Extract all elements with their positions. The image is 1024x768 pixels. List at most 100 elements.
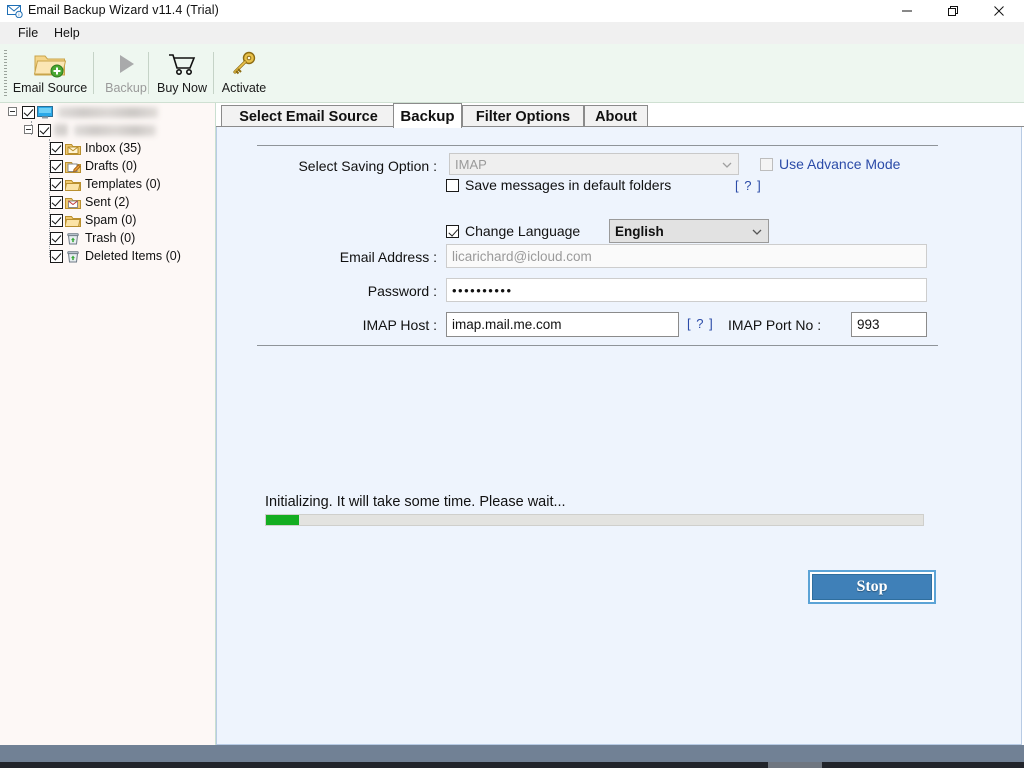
tree-checkbox-root[interactable]: [22, 105, 35, 119]
tab-about[interactable]: About: [584, 105, 648, 127]
form-divider-top: [257, 145, 938, 146]
tree-row-root[interactable]: [0, 103, 215, 121]
tree-row-templates[interactable]: Templates (0): [0, 175, 215, 193]
monitor-icon: [37, 105, 53, 119]
toolbar-activate-button[interactable]: Activate: [215, 46, 273, 100]
tree-checkbox-spam[interactable]: [50, 213, 63, 227]
progress-bar-fill: [266, 515, 299, 525]
toolbar-separator: [93, 52, 94, 94]
tree-row-deleted-items[interactable]: Deleted Items (0): [0, 247, 215, 265]
menu-help[interactable]: Help: [48, 25, 86, 41]
password-value: ••••••••••: [452, 282, 513, 298]
trash-icon: [65, 231, 81, 245]
stop-button[interactable]: Stop: [812, 574, 932, 600]
account-icon: [53, 123, 69, 137]
tree-label-deleted-items: Deleted Items (0): [85, 249, 181, 263]
saving-option-select[interactable]: IMAP: [449, 153, 739, 175]
imap-port-field[interactable]: 993: [851, 312, 927, 337]
tree-checkbox-drafts[interactable]: [50, 159, 63, 173]
toolbar-grip[interactable]: [4, 50, 7, 96]
key-icon: [230, 48, 258, 78]
imap-host-help-link[interactable]: [ ? ]: [687, 316, 714, 331]
expander-icon[interactable]: [24, 125, 33, 134]
toolbar-backup-label: Backup: [105, 81, 147, 95]
close-button[interactable]: [976, 0, 1022, 22]
imap-host-value: imap.mail.me.com: [452, 317, 562, 332]
expander-icon[interactable]: [8, 107, 17, 116]
tree-label-trash: Trash (0): [85, 231, 136, 245]
minimize-button[interactable]: [884, 0, 930, 22]
tab-filter-options[interactable]: Filter Options: [462, 105, 584, 127]
tree-row-trash[interactable]: Trash (0): [0, 229, 215, 247]
advance-mode-label: Use Advance Mode: [779, 156, 901, 172]
tree-row-account[interactable]: [0, 121, 215, 139]
play-triangle-icon: [113, 48, 139, 78]
tree-label-templates: Templates (0): [85, 177, 161, 191]
toolbar-buy-now-button[interactable]: Buy Now: [152, 46, 212, 100]
password-field[interactable]: ••••••••••: [446, 278, 927, 302]
tree-label-account-redacted: [74, 124, 156, 136]
toolbar-email-source-button[interactable]: Email Source: [10, 46, 90, 100]
tree-checkbox-inbox[interactable]: [50, 141, 63, 155]
chevron-down-icon: [722, 157, 732, 172]
inbox-folder-icon: [65, 141, 81, 155]
screen-bottom-notch: [768, 762, 822, 768]
tree-label-root-redacted: [58, 106, 158, 118]
tree-label-spam: Spam (0): [85, 213, 137, 227]
advance-mode-checkbox[interactable]: [760, 158, 773, 171]
folder-add-icon: [33, 48, 67, 78]
status-text: Initializing. It will take some time. Pl…: [265, 494, 566, 510]
tree-checkbox-templates[interactable]: [50, 177, 63, 191]
shopping-cart-icon: [167, 48, 197, 78]
toolbar-separator: [148, 52, 149, 94]
tab-label: Filter Options: [475, 108, 571, 125]
menu-bar: File Help: [0, 22, 1024, 44]
language-select[interactable]: English: [609, 219, 769, 243]
tab-label: Select Email Source: [239, 108, 378, 125]
form-divider-bottom: [257, 345, 938, 346]
tree-checkbox-trash[interactable]: [50, 231, 63, 245]
change-language-checkbox[interactable]: [446, 225, 459, 238]
toolbar-activate-label: Activate: [221, 81, 267, 95]
application-window: i Email Backup Wizard v11.4 (Trial) File…: [0, 0, 1024, 768]
tree-checkbox-deleted-items[interactable]: [50, 249, 63, 263]
saving-option-value: IMAP: [455, 156, 487, 172]
email-label: Email Address :: [339, 249, 437, 265]
folder-icon: [65, 213, 81, 227]
folder-icon: [65, 177, 81, 191]
default-folders-help-link[interactable]: [ ? ]: [735, 178, 762, 193]
tab-backup[interactable]: Backup: [393, 103, 462, 128]
envelope-app-icon: i: [7, 4, 23, 19]
folder-tree-panel[interactable]: Inbox (35) Drafts (0) Templates (0) Sent…: [0, 103, 216, 745]
chevron-down-icon: [752, 224, 762, 239]
toolbar-backup-button[interactable]: Backup: [97, 46, 155, 100]
email-value: licarichard@icloud.com: [452, 248, 592, 264]
progress-bar: [265, 514, 924, 526]
stop-button-frame: Stop: [808, 570, 936, 604]
imap-port-label: IMAP Port No :: [728, 317, 822, 333]
tree-row-sent[interactable]: Sent (2): [0, 193, 215, 211]
taskbar: [0, 745, 1024, 762]
change-language-label: Change Language: [465, 223, 581, 239]
imap-host-field[interactable]: imap.mail.me.com: [446, 312, 679, 337]
tree-row-spam[interactable]: Spam (0): [0, 211, 215, 229]
tree-checkbox-sent[interactable]: [50, 195, 63, 209]
imap-port-value: 993: [857, 317, 880, 332]
tab-select-email-source[interactable]: Select Email Source: [221, 105, 396, 127]
default-folders-checkbox[interactable]: [446, 179, 459, 192]
tree-label-inbox: Inbox (35): [85, 141, 142, 155]
tree-row-drafts[interactable]: Drafts (0): [0, 157, 215, 175]
sent-folder-icon: [65, 195, 81, 209]
tree-label-sent: Sent (2): [85, 195, 130, 209]
maximize-button[interactable]: [930, 0, 976, 22]
window-title: Email Backup Wizard v11.4 (Trial): [28, 3, 219, 17]
tab-label: About: [595, 108, 637, 125]
toolbar-separator: [213, 52, 214, 94]
backup-tab-content: Select Saving Option : IMAP Use Advance …: [216, 127, 1022, 745]
tree-row-inbox[interactable]: Inbox (35): [0, 139, 215, 157]
email-field[interactable]: licarichard@icloud.com: [446, 244, 927, 268]
trash-icon: [65, 249, 81, 263]
menu-file[interactable]: File: [12, 25, 44, 41]
tree-checkbox-account[interactable]: [38, 123, 51, 137]
screen-bottom-strip: [0, 762, 1024, 768]
